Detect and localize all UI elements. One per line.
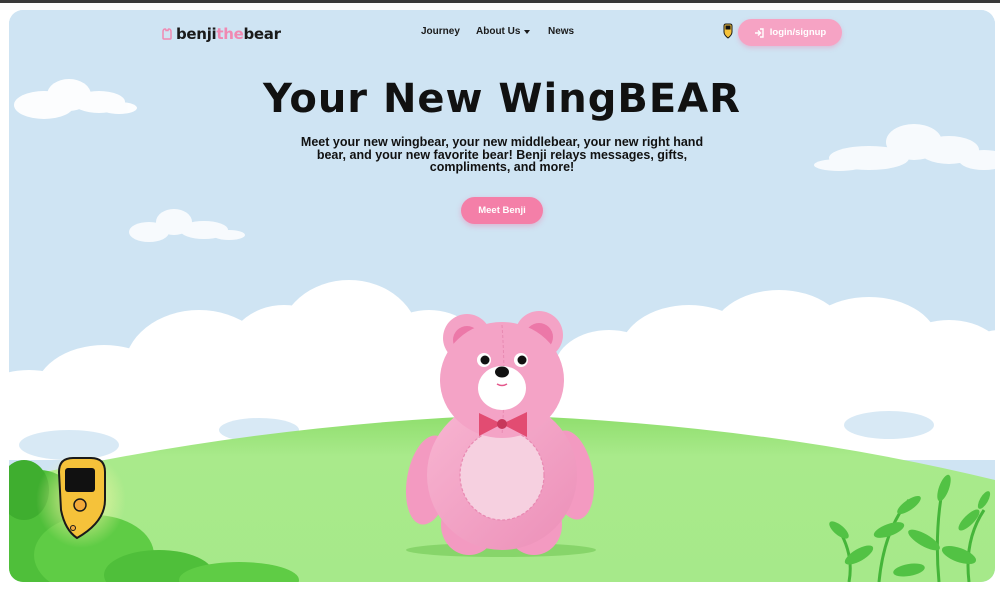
caret-down-icon — [524, 30, 531, 34]
window-top-border — [0, 0, 1000, 3]
nav-news-link[interactable]: News — [548, 26, 574, 37]
logo-text-bear: bear — [243, 25, 282, 43]
login-signup-label: login/signup — [769, 27, 827, 38]
landing-page: benji the bear Journey About Us News login… — [9, 10, 995, 582]
brand-logo[interactable]: benji the bear — [161, 23, 281, 45]
benji-device-illustration — [36, 452, 126, 548]
nav-about-us-dropdown[interactable]: About Us — [476, 26, 531, 37]
nav-journey-link[interactable]: Journey — [421, 26, 460, 37]
meet-benji-button[interactable]: Meet Benji — [461, 197, 543, 224]
hero-title: Your New WingBEAR — [263, 76, 741, 122]
login-signup-button[interactable]: login/signup — [738, 19, 842, 46]
nav-about-us-label: About Us — [476, 26, 521, 37]
sign-in-icon — [754, 27, 764, 38]
bear-outline-icon — [162, 28, 172, 40]
logo-text-benji: benji — [176, 25, 217, 43]
hero-subtitle: Meet your new wingbear, your new middleb… — [300, 135, 704, 174]
logo-text-the: the — [216, 25, 244, 43]
benji-device-icon[interactable] — [723, 23, 733, 39]
